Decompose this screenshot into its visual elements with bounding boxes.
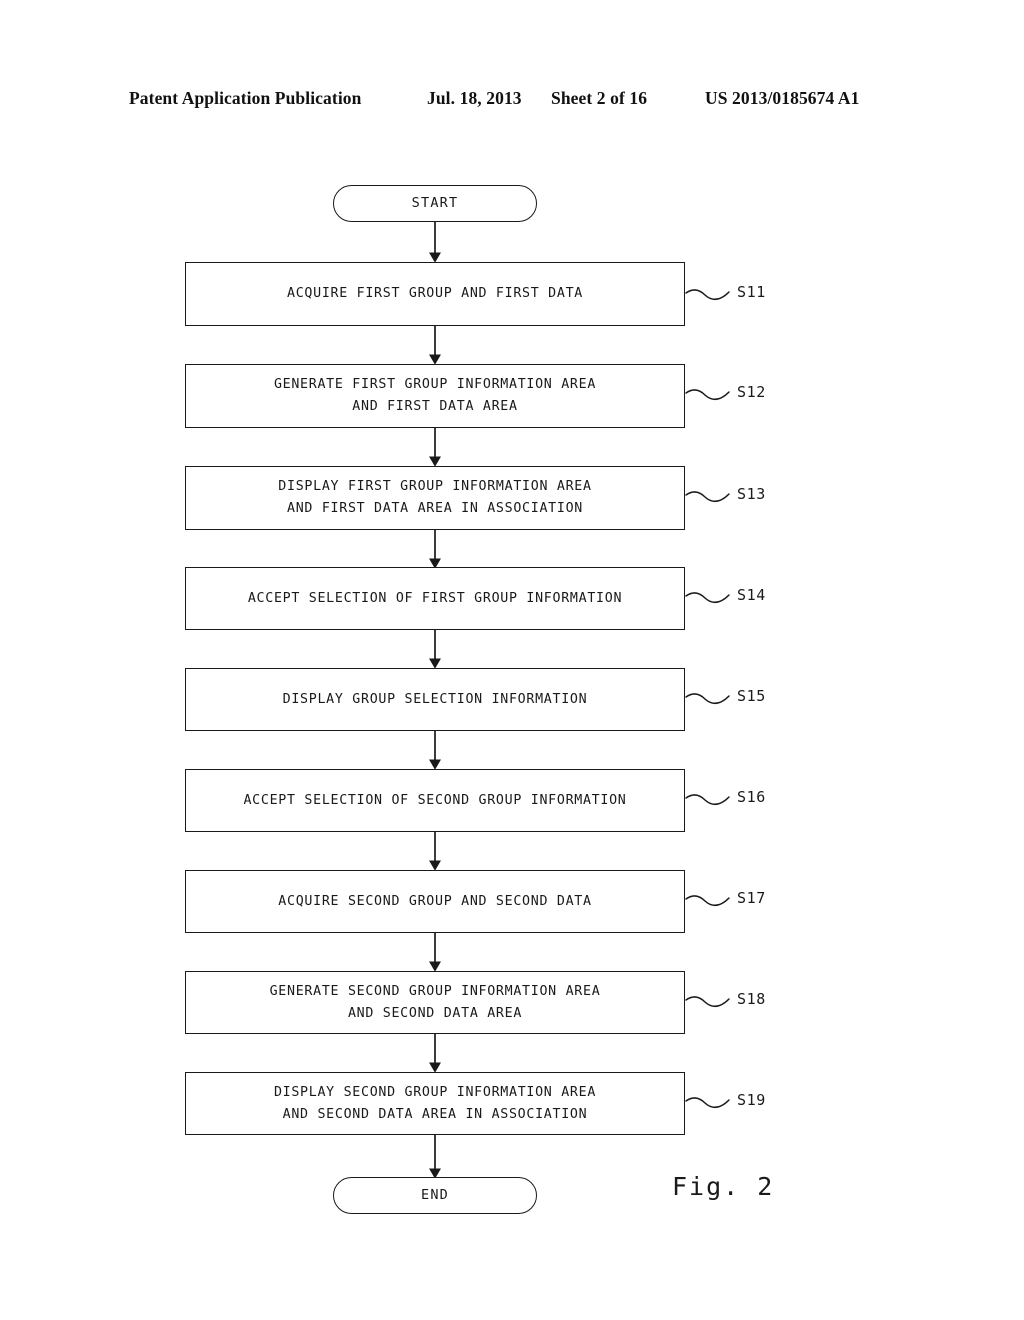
- leader-line-group: [685, 289, 730, 1109]
- flow-node-end: END: [333, 1177, 537, 1214]
- flow-step-s13: DISPLAY FIRST GROUP INFORMATION AREA AND…: [185, 466, 685, 530]
- leader-line-s16: [685, 794, 730, 806]
- flow-node-start-label: START: [411, 194, 459, 211]
- flow-step-s18-text: GENERATE SECOND GROUP INFORMATION AREA A…: [269, 983, 601, 1021]
- leader-line-s15: [685, 693, 730, 705]
- leader-line-s19: [685, 1097, 730, 1109]
- flow-step-s15-text: DISPLAY GROUP SELECTION INFORMATION: [282, 691, 588, 707]
- flow-step-s12: GENERATE FIRST GROUP INFORMATION AREA AN…: [185, 364, 685, 428]
- flow-node-end-label: END: [421, 1186, 449, 1203]
- step-ref-s15: S15: [737, 687, 766, 705]
- flow-step-s13-text: DISPLAY FIRST GROUP INFORMATION AREA AND…: [278, 479, 592, 516]
- flow-step-s16-text: ACCEPT SELECTION OF SECOND GROUP INFORMA…: [243, 792, 627, 808]
- leader-line-s18: [685, 996, 730, 1008]
- step-ref-s12: S12: [737, 383, 766, 401]
- figure-caption: Fig. 2: [672, 1172, 775, 1201]
- flowchart-figure: START ACQUIRE FIRST GROUP AND FIRST DATA…: [0, 0, 1024, 1320]
- flow-step-s11-text: ACQUIRE FIRST GROUP AND FIRST DATA: [287, 286, 583, 302]
- step-ref-s18: S18: [737, 990, 766, 1008]
- flow-step-s18: GENERATE SECOND GROUP INFORMATION AREA A…: [185, 971, 685, 1034]
- step-ref-s19: S19: [737, 1091, 766, 1109]
- flow-step-s19: DISPLAY SECOND GROUP INFORMATION AREA AN…: [185, 1072, 685, 1135]
- flow-step-s16: ACCEPT SELECTION OF SECOND GROUP INFORMA…: [185, 769, 685, 832]
- flow-step-s17: ACQUIRE SECOND GROUP AND SECOND DATA: [185, 870, 685, 933]
- flow-step-s19-text: DISPLAY SECOND GROUP INFORMATION AREA AN…: [273, 1084, 597, 1122]
- step-ref-s17: S17: [737, 889, 766, 907]
- leader-line-s12: [685, 389, 730, 401]
- leader-line-s13: [685, 491, 730, 503]
- step-ref-s13: S13: [737, 485, 766, 503]
- flow-node-start: START: [333, 185, 537, 222]
- leader-line-s11: [685, 289, 730, 301]
- flow-step-s14: ACCEPT SELECTION OF FIRST GROUP INFORMAT…: [185, 567, 685, 630]
- step-ref-s16: S16: [737, 788, 766, 806]
- flow-step-s12-text: GENERATE FIRST GROUP INFORMATION AREA AN…: [273, 377, 597, 414]
- leader-line-s14: [685, 592, 730, 604]
- flow-step-s17-text: ACQUIRE SECOND GROUP AND SECOND DATA: [278, 893, 592, 909]
- flow-step-s11: ACQUIRE FIRST GROUP AND FIRST DATA: [185, 262, 685, 326]
- flow-step-s14-text: ACCEPT SELECTION OF FIRST GROUP INFORMAT…: [247, 590, 623, 606]
- step-ref-s14: S14: [737, 586, 766, 604]
- step-ref-s11: S11: [737, 283, 766, 301]
- leader-line-s17: [685, 895, 730, 907]
- flow-step-s15: DISPLAY GROUP SELECTION INFORMATION: [185, 668, 685, 731]
